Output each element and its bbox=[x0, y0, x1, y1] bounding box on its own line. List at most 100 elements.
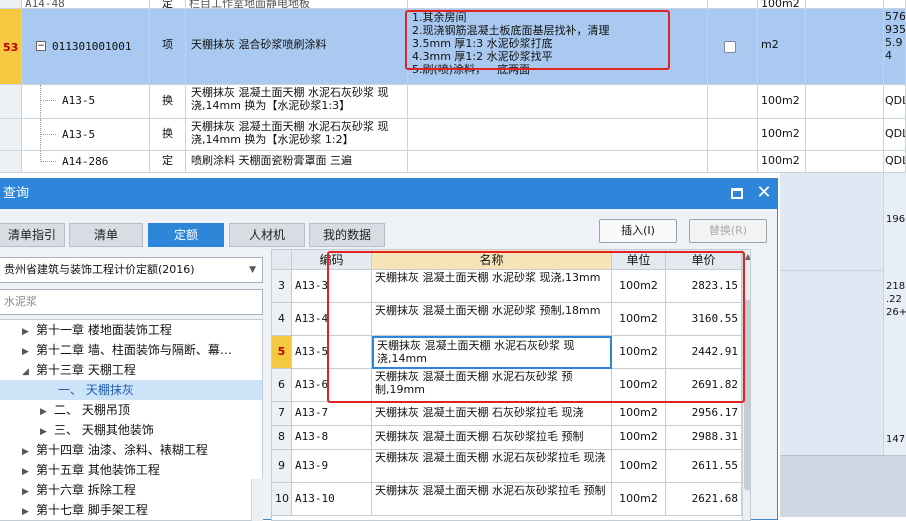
tree-item-label: 第十三章 天棚工程 bbox=[36, 363, 136, 377]
highlight-box bbox=[327, 251, 745, 403]
row-unit: 100m2 bbox=[612, 483, 666, 516]
tab-labor-material[interactable]: 人材机 bbox=[229, 223, 305, 247]
extra-value: 4 bbox=[885, 49, 892, 62]
sub-row-type: 换 bbox=[150, 119, 186, 151]
row-number-cell bbox=[0, 151, 22, 173]
chevron-right-icon[interactable]: ▶ bbox=[22, 502, 36, 520]
tab-list-guide[interactable]: 清单指引 bbox=[0, 223, 65, 247]
tree-item-chapter-11[interactable]: ▶ 第十一章 楼地面装饰工程 bbox=[22, 320, 172, 340]
chevron-right-icon[interactable]: ▶ bbox=[22, 442, 36, 462]
row-53-code-cell[interactable]: − 011301001001 bbox=[22, 9, 150, 85]
tree-item-chapter-16[interactable]: ▶ 第十六章 拆除工程 bbox=[22, 480, 136, 500]
row-checkbox-cell bbox=[708, 0, 758, 9]
extra-value: 196 bbox=[886, 214, 906, 225]
tree-item-chapter-17[interactable]: ▶ 第十七章 脚手架工程 bbox=[22, 500, 148, 520]
sub-row-code-cell[interactable]: A14-286 bbox=[22, 151, 150, 173]
row-name[interactable]: 栏目工作室地面静电地板 bbox=[186, 0, 408, 9]
chevron-right-icon[interactable]: ▶ bbox=[22, 322, 36, 342]
tree-scrollbar[interactable] bbox=[251, 479, 263, 521]
sub-row-code-cell[interactable]: A13-5 bbox=[22, 85, 150, 119]
replace-button[interactable]: 替换(R) bbox=[689, 219, 767, 243]
tree-connector bbox=[40, 85, 41, 118]
tree-item-chapter-14[interactable]: ▶ 第十四章 油漆、涂料、裱糊工程 bbox=[22, 440, 208, 460]
grid-header-index bbox=[272, 250, 292, 270]
tree-item-ceiling-suspended[interactable]: ▶ 二、 天棚吊顶 bbox=[40, 400, 130, 420]
sub-row-check-cell bbox=[708, 85, 758, 119]
sub-row-quantity[interactable] bbox=[806, 119, 884, 151]
quota-library-select[interactable]: 贵州省建筑与装饰工程计价定额(2016) ▼ bbox=[0, 257, 263, 283]
sub-row-code: A13-5 bbox=[62, 128, 96, 141]
extra-value: 576 bbox=[885, 10, 906, 23]
extra-value: 147 bbox=[886, 434, 906, 445]
row-index: 3 bbox=[272, 270, 292, 303]
scroll-thumb[interactable] bbox=[744, 300, 750, 490]
chevron-right-icon[interactable]: ▶ bbox=[22, 462, 36, 482]
extra-value: 218 bbox=[886, 281, 906, 292]
row-name: 天棚抹灰 混凝土面天棚 水泥石灰砂浆拉毛 预制 bbox=[372, 483, 612, 516]
insert-button[interactable]: 插入(I) bbox=[599, 219, 677, 243]
row-number-53[interactable]: 53 bbox=[0, 9, 22, 85]
row-extra bbox=[884, 0, 906, 9]
tree-connector bbox=[40, 119, 41, 150]
row-53-checkbox[interactable] bbox=[724, 41, 736, 53]
tree-item-chapter-12[interactable]: ▶ 第十二章 墙、柱面装饰与隔断、幕… bbox=[22, 340, 232, 360]
tree-item-ceiling-plaster[interactable]: 一、 天棚抹灰 bbox=[0, 380, 262, 400]
tree-item-chapter-15[interactable]: ▶ 第十五章 其他装饰工程 bbox=[22, 460, 160, 480]
extra-value: 26+ bbox=[886, 307, 906, 318]
tree-item-label: 第十五章 其他装饰工程 bbox=[36, 463, 160, 477]
sub-row-quantity[interactable] bbox=[806, 151, 884, 173]
row-53-code: 011301001001 bbox=[52, 40, 132, 53]
extra-value: .22 bbox=[886, 294, 902, 305]
sub-row-name[interactable]: 天棚抹灰 混凝土面天棚 水泥石灰砂浆 现浇,14mm 换为【水泥砂浆1:3】 bbox=[186, 85, 408, 119]
dialog-titlebar[interactable]: 查询 bbox=[0, 179, 777, 209]
row-53-checkbox-cell bbox=[708, 9, 758, 85]
sub-row-quantity[interactable] bbox=[806, 85, 884, 119]
chevron-right-icon[interactable]: ▶ bbox=[22, 342, 36, 362]
chevron-right-icon[interactable]: ▶ bbox=[40, 422, 54, 442]
row-code: A13-10 bbox=[292, 483, 372, 516]
row-code[interactable]: A14-48 bbox=[22, 0, 150, 9]
row-number-cell bbox=[0, 85, 22, 119]
tab-list[interactable]: 清单 bbox=[69, 223, 143, 247]
tab-my-data[interactable]: 我的数据 bbox=[309, 223, 385, 247]
tree-connector bbox=[40, 100, 56, 101]
row-price: 2611.55 bbox=[666, 450, 742, 483]
divider bbox=[780, 270, 884, 271]
row-name: 天棚抹灰 混凝土面天棚 石灰砂浆拉毛 现浇 bbox=[372, 402, 612, 426]
tree-item-ceiling-other[interactable]: ▶ 三、 天棚其他装饰 bbox=[40, 420, 154, 440]
scroll-up-icon[interactable]: ▲ bbox=[744, 252, 750, 261]
sub-row-code: A13-5 bbox=[62, 94, 96, 107]
chapter-tree: ▶ 第十一章 楼地面装饰工程 ▶ 第十二章 墙、柱面装饰与隔断、幕… ◢ 第十三章 天… bbox=[0, 319, 263, 521]
tab-quota[interactable]: 定额 bbox=[148, 223, 224, 247]
chevron-right-icon[interactable]: ▶ bbox=[40, 402, 54, 422]
row-53-name[interactable]: 天棚抹灰 混合砂浆喷刷涂料 bbox=[186, 9, 408, 85]
tree-item-chapter-13[interactable]: ◢ 第十三章 天棚工程 bbox=[22, 360, 136, 380]
query-dialog: 查询 ✕ 清单指引 清单 定额 人材机 我的数据 插入(I) 替换(R) 贵州省… bbox=[0, 178, 778, 521]
row-code: A13-7 bbox=[292, 402, 372, 426]
chevron-down-icon[interactable]: ▼ bbox=[249, 258, 256, 282]
chevron-down-icon[interactable]: ◢ bbox=[22, 362, 36, 382]
extra-value: 935 bbox=[885, 23, 906, 36]
row-index: 7 bbox=[272, 402, 292, 426]
search-input[interactable]: 水泥浆 bbox=[0, 289, 263, 315]
tree-item-label: 第十六章 拆除工程 bbox=[36, 483, 136, 497]
tree-item-label: 一、 天棚抹灰 bbox=[58, 383, 134, 397]
row-53-quantity[interactable] bbox=[806, 9, 884, 85]
sub-row-name[interactable]: 喷刷涂料 天棚面瓷粉膏罩面 三遍 bbox=[186, 151, 408, 173]
sub-row-code-cell[interactable]: A13-5 bbox=[22, 119, 150, 151]
sub-row-features bbox=[408, 151, 708, 173]
sub-row-check-cell bbox=[708, 151, 758, 173]
row-index: 4 bbox=[272, 303, 292, 336]
row-unit: 100m2 bbox=[758, 0, 806, 9]
row-53-extra: 576 935 5.9 4 bbox=[884, 9, 906, 85]
collapse-icon[interactable]: − bbox=[36, 41, 46, 51]
maximize-icon[interactable] bbox=[731, 188, 743, 199]
sub-row-name[interactable]: 天棚抹灰 混凝土面天棚 水泥石灰砂浆 现浇,14mm 换为【水泥砂浆 1:2】 bbox=[186, 119, 408, 151]
close-icon[interactable]: ✕ bbox=[755, 183, 773, 203]
chevron-right-icon[interactable]: ▶ bbox=[22, 482, 36, 502]
row-type: 定 bbox=[150, 0, 186, 9]
sub-row-unit: 100m2 bbox=[758, 119, 806, 151]
sub-row-extra: QDL bbox=[884, 119, 906, 151]
row-53-type: 项 bbox=[150, 9, 186, 85]
sub-row-features bbox=[408, 119, 708, 151]
